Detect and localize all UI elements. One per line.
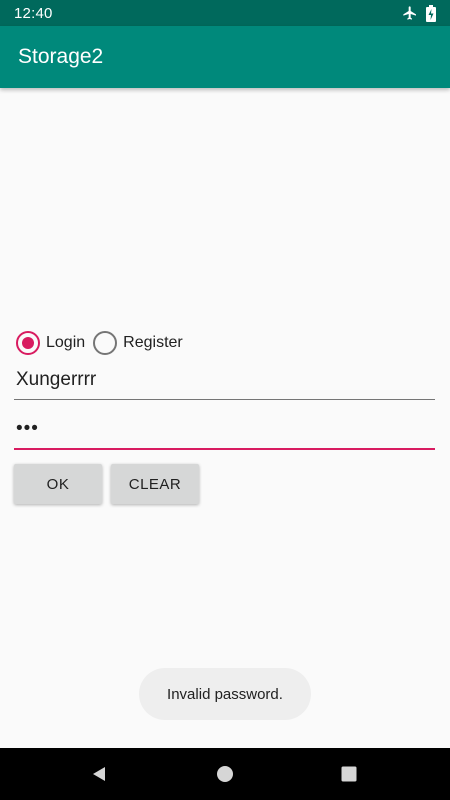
status-icons	[402, 4, 436, 22]
mode-radio-group: Login Register	[14, 328, 189, 358]
recents-icon[interactable]	[323, 748, 375, 800]
toast-message: Invalid password.	[139, 668, 311, 720]
ok-button[interactable]: OK	[14, 464, 102, 504]
login-radio[interactable]: Login	[14, 328, 91, 358]
clear-button[interactable]: CLEAR	[111, 464, 199, 504]
app-bar: Storage2	[0, 26, 450, 88]
battery-charging-icon	[426, 4, 436, 22]
register-radio-button[interactable]	[93, 331, 118, 355]
app-title: Storage2	[18, 45, 104, 68]
password-field[interactable]: •••	[14, 414, 435, 450]
register-radio[interactable]: Register	[91, 328, 189, 358]
status-time: 12:40	[14, 4, 53, 22]
status-bar: 12:40	[0, 0, 450, 26]
password-value[interactable]: •••	[16, 418, 39, 440]
back-icon[interactable]	[73, 748, 125, 800]
username-value[interactable]: Xungerrrr	[16, 369, 96, 391]
register-radio-label[interactable]: Register	[123, 334, 183, 352]
username-field[interactable]: Xungerrrr	[14, 364, 435, 400]
home-icon[interactable]	[199, 748, 251, 800]
login-radio-label[interactable]: Login	[46, 334, 85, 352]
login-radio-button[interactable]	[16, 331, 40, 355]
airplane-mode-icon	[402, 5, 418, 21]
navigation-bar	[0, 748, 450, 800]
